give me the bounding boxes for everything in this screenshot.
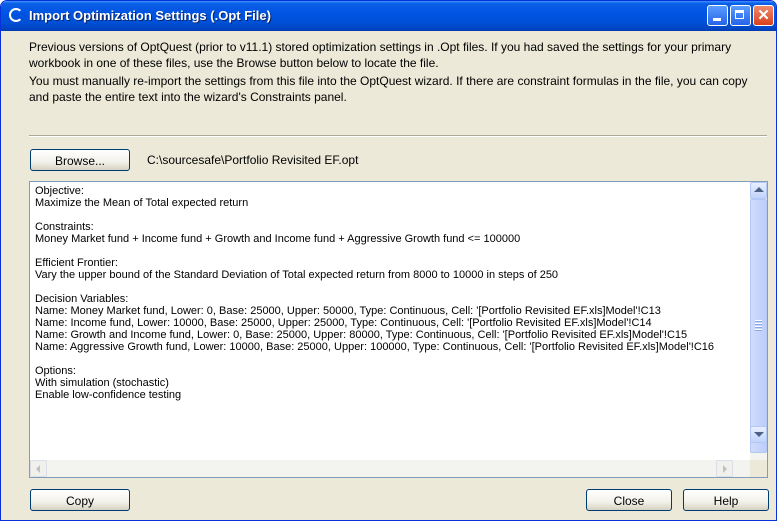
scroll-right-button[interactable] <box>716 460 733 477</box>
horizontal-scrollbar[interactable] <box>30 460 750 477</box>
intro-paragraph-2: You must manually re-import the settings… <box>29 74 748 104</box>
settings-text-line: Efficient Frontier: <box>35 257 118 269</box>
grip-line <box>755 320 762 322</box>
grip-line <box>755 326 762 328</box>
minimize-button[interactable] <box>707 5 728 26</box>
settings-text-line: Enable low-confidence testing <box>35 389 182 401</box>
settings-text-line: Money Market fund + Income fund + Growth… <box>35 233 521 245</box>
vertical-scrollbar[interactable] <box>750 182 767 460</box>
settings-text-line: Maximize the Mean of Total expected retu… <box>35 197 249 209</box>
title-bar[interactable]: Import Optimization Settings (.Opt File)… <box>1 1 776 31</box>
settings-text-content[interactable]: Objective: Maximize the Mean of Total exp… <box>35 185 747 459</box>
chevron-down-icon <box>754 432 764 437</box>
settings-text-line: Name: Aggressive Growth fund, Lower: 100… <box>35 341 715 353</box>
settings-text-line: Decision Variables: <box>35 293 129 305</box>
grip-line <box>755 323 762 325</box>
chevron-up-icon <box>754 187 764 192</box>
separator <box>29 135 767 137</box>
chevron-right-icon <box>723 465 727 473</box>
chevron-left-icon <box>36 465 40 473</box>
scroll-thumb[interactable] <box>750 199 767 453</box>
settings-text-line: Name: Income fund, Lower: 10000, Base: 2… <box>35 317 652 329</box>
window-title: Import Optimization Settings (.Opt File) <box>29 8 271 23</box>
browse-button[interactable]: Browse... <box>30 149 130 171</box>
settings-text-line: With simulation (stochastic) <box>35 377 169 389</box>
close-icon: ✕ <box>757 7 770 24</box>
settings-text-line: Constraints: <box>35 221 94 233</box>
minimize-icon <box>713 18 721 21</box>
maximize-icon <box>735 10 744 19</box>
close-button[interactable]: Close <box>586 489 672 511</box>
file-path-label: C:\sourcesafe\Portfolio Revisited EF.opt <box>147 153 359 167</box>
close-window-button[interactable]: ✕ <box>753 5 774 26</box>
settings-text-line: Name: Growth and Income fund, Lower: 0, … <box>35 329 688 341</box>
scrollbar-corner <box>750 460 767 477</box>
copy-button[interactable]: Copy <box>30 489 130 511</box>
scroll-left-button[interactable] <box>30 460 47 477</box>
settings-text-line: Name: Money Market fund, Lower: 0, Base:… <box>35 305 661 317</box>
settings-text-line: Options: <box>35 365 76 377</box>
import-settings-dialog: Import Optimization Settings (.Opt File)… <box>0 0 777 521</box>
grip-line <box>755 329 762 331</box>
scroll-up-button[interactable] <box>750 182 767 199</box>
scroll-down-button[interactable] <box>750 426 767 443</box>
settings-text-line: Objective: <box>35 185 84 197</box>
settings-textarea[interactable]: Objective: Maximize the Mean of Total exp… <box>29 181 768 478</box>
maximize-button[interactable] <box>730 5 751 26</box>
intro-paragraph-1: Previous versions of OptQuest (prior to … <box>29 40 732 70</box>
optquest-logo-icon <box>9 8 23 22</box>
settings-text-line: Vary the upper bound of the Standard Dev… <box>35 269 559 281</box>
help-button[interactable]: Help <box>683 489 769 511</box>
